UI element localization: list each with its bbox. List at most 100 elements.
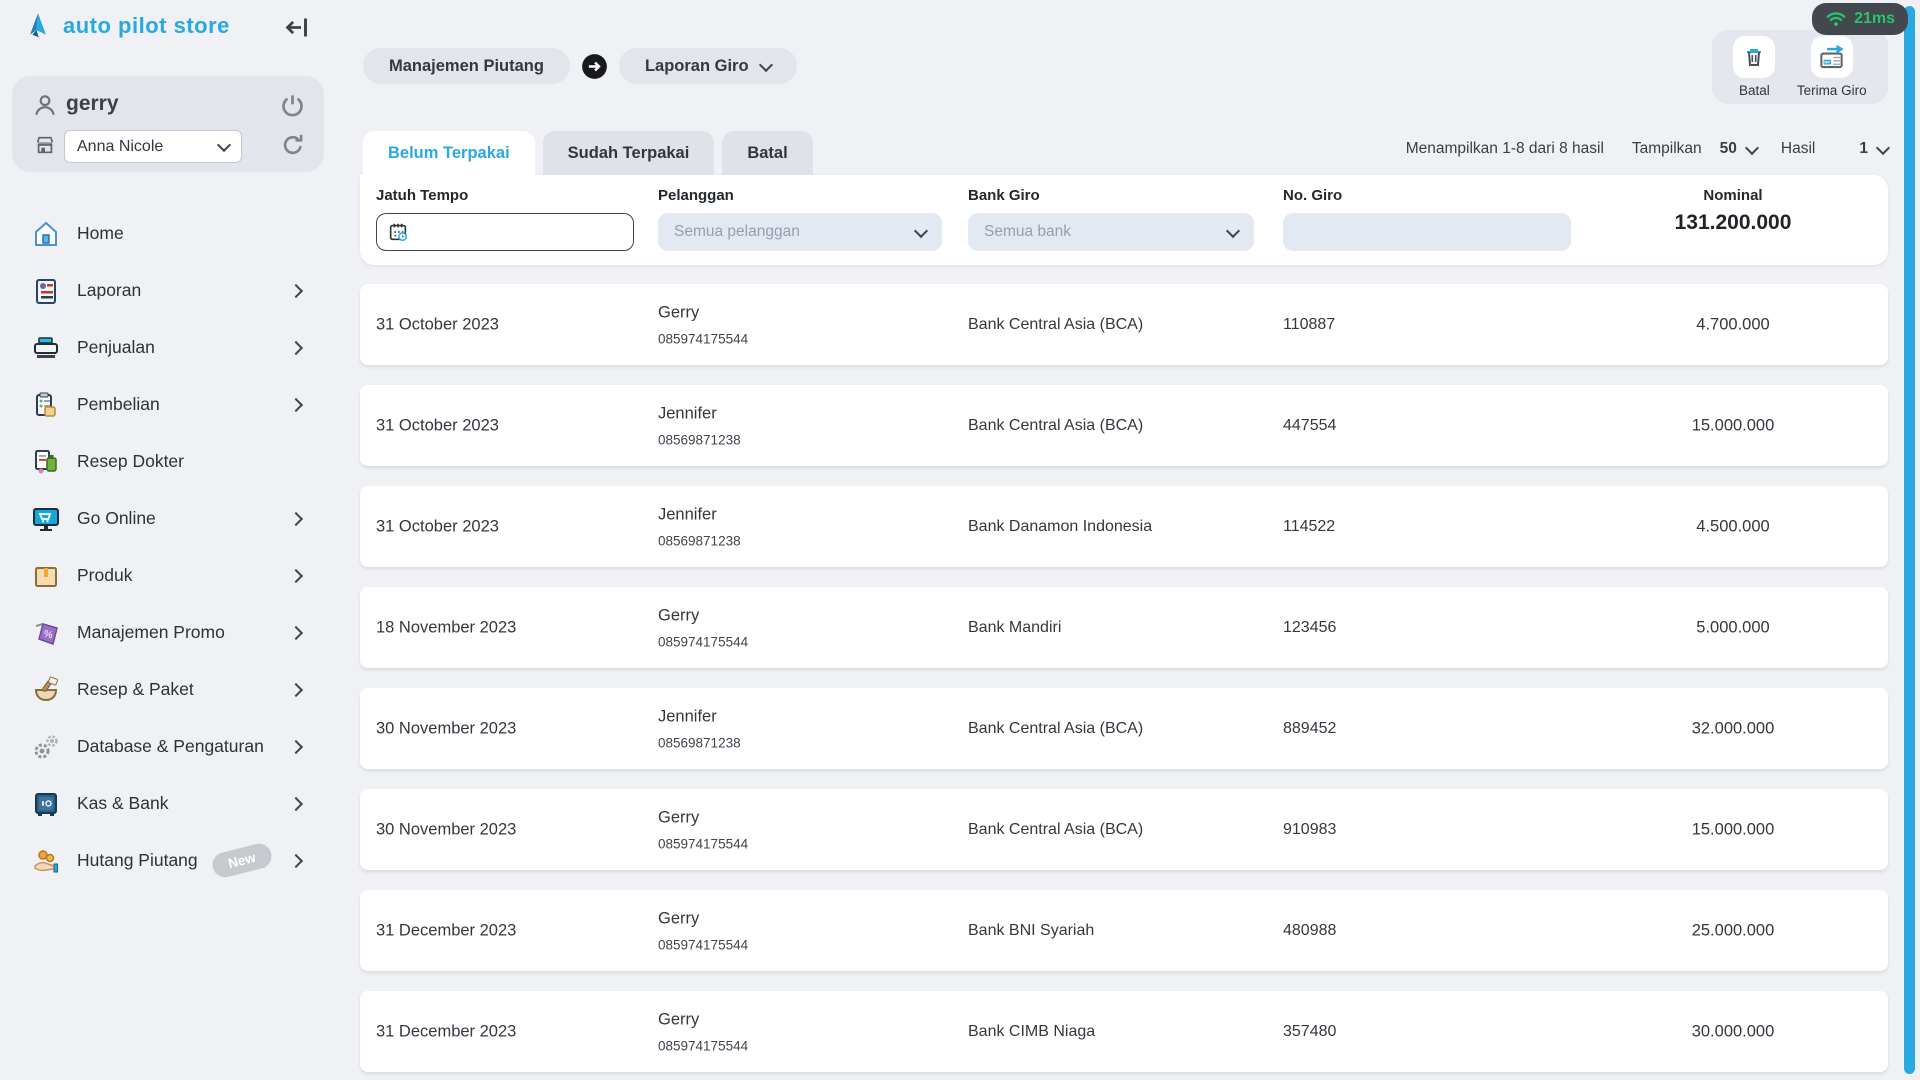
sidebar-item-label: Produk xyxy=(77,565,133,585)
chevron-down-icon xyxy=(1225,223,1241,238)
chevron-right-icon xyxy=(288,511,304,527)
sidebar-item-label: Database & Pengaturan xyxy=(77,736,264,756)
latency-badge: 21ms xyxy=(1812,3,1908,35)
action-panel: Batal RP Terima Giro xyxy=(1712,30,1888,104)
breadcrumb-current-select[interactable]: Laporan Giro xyxy=(618,48,797,84)
sidebar-item-label: Resep & Paket xyxy=(77,679,194,699)
table-row[interactable]: 30 November 2023 Gerry 085974175544 Bank… xyxy=(360,789,1888,870)
page-select[interactable]: 1 xyxy=(1859,140,1891,158)
table-row[interactable]: 31 October 2023 Gerry 085974175544 Bank … xyxy=(360,284,1888,365)
sidebar-item[interactable]: Hutang Piutang New xyxy=(0,832,345,889)
bank-select[interactable]: Semua bank xyxy=(968,213,1254,251)
sidebar-item-icon xyxy=(30,389,62,421)
row-bank: Bank CIMB Niaga xyxy=(968,1022,1096,1040)
giro-no-label: No. Giro xyxy=(1283,187,1343,204)
sidebar-collapse-icon[interactable] xyxy=(283,14,310,41)
nominal-label: Nominal xyxy=(1703,187,1763,204)
row-nominal: 25.000.000 xyxy=(1691,921,1775,939)
sidebar-item[interactable]: Laporan xyxy=(0,262,345,319)
sidebar-item-label: Go Online xyxy=(77,508,156,528)
customer-select-value: Semua pelanggan xyxy=(674,223,800,240)
chevron-right-icon xyxy=(288,568,304,584)
tab-sudah-terpakai[interactable]: Sudah Terpakai xyxy=(542,131,715,175)
page-size-select[interactable]: 50 xyxy=(1719,140,1759,158)
sidebar-item-icon xyxy=(30,503,62,535)
table-row[interactable]: 31 December 2023 Gerry 085974175544 Bank… xyxy=(360,890,1888,971)
sidebar-item[interactable]: Resep & Paket xyxy=(0,661,345,718)
sidebar-item-icon xyxy=(30,731,62,763)
tab-belum-terpakai[interactable]: Belum Terpakai xyxy=(363,131,535,175)
sidebar-item[interactable]: Go Online xyxy=(0,490,345,547)
due-date-label: Jatuh Tempo xyxy=(376,187,469,204)
refresh-icon[interactable] xyxy=(280,132,306,158)
tab-batal[interactable]: Batal xyxy=(722,131,813,175)
row-customer-name: Jennifer xyxy=(658,505,717,523)
row-customer-phone: 08569871238 xyxy=(658,735,741,750)
row-giro-no: 889452 xyxy=(1283,719,1337,737)
row-customer: Gerry 085974175544 xyxy=(658,909,748,952)
sidebar-item-label: Resep Dokter xyxy=(77,451,184,471)
sidebar-item-label: Kas & Bank xyxy=(77,793,169,813)
due-date-input[interactable] xyxy=(376,213,634,251)
sidebar-item[interactable]: Manajemen Promo xyxy=(0,604,345,661)
chevron-right-icon xyxy=(288,853,304,869)
sidebar-item-label: Pembelian xyxy=(77,394,160,414)
row-customer-name: Gerry xyxy=(658,1010,700,1028)
sidebar-item[interactable]: Kas & Bank xyxy=(0,775,345,832)
table-row[interactable]: 30 November 2023 Jennifer 08569871238 Ba… xyxy=(360,688,1888,769)
row-customer-phone: 085974175544 xyxy=(658,937,749,952)
chevron-down-icon xyxy=(216,137,232,153)
row-customer-phone: 085974175544 xyxy=(658,1038,749,1053)
sidebar-item[interactable]: Resep Dokter xyxy=(0,433,345,490)
person-icon xyxy=(32,92,58,118)
chevron-right-icon xyxy=(288,340,304,356)
breadcrumb-parent-label: Manajemen Piutang xyxy=(389,56,544,75)
sidebar-item[interactable]: Pembelian xyxy=(0,376,345,433)
sidebar-item-icon xyxy=(30,446,62,478)
row-customer-phone: 08569871238 xyxy=(658,533,741,548)
sidebar-item-icon xyxy=(30,560,62,592)
table-row[interactable]: 31 October 2023 Jennifer 08569871238 Ban… xyxy=(360,486,1888,567)
sidebar-item[interactable]: Penjualan xyxy=(0,319,345,376)
row-customer-name: Gerry xyxy=(658,606,700,624)
logout-power-icon[interactable] xyxy=(279,92,306,119)
sidebar-item[interactable]: Home xyxy=(0,205,345,262)
row-bank: Bank BNI Syariah xyxy=(968,921,1095,939)
giro-card-icon: RP xyxy=(1810,36,1853,78)
chevron-right-icon xyxy=(288,682,304,698)
giro-table: 31 October 2023 Gerry 085974175544 Bank … xyxy=(360,284,1888,1080)
receive-giro-button[interactable]: RP Terima Giro xyxy=(1797,36,1867,98)
row-customer: Gerry 085974175544 xyxy=(658,1010,748,1053)
cancel-giro-button[interactable]: Batal xyxy=(1733,36,1776,98)
vertical-scrollbar[interactable] xyxy=(1904,6,1915,1074)
store-select[interactable]: Anna Nicole xyxy=(64,130,242,163)
tab-label: Batal xyxy=(747,143,788,162)
filter-card: Jatuh Tempo Pelanggan Bank Giro No. Giro… xyxy=(360,175,1888,265)
sidebar-item-label: Manajemen Promo xyxy=(77,622,225,642)
due-date-field[interactable] xyxy=(417,222,621,242)
receive-giro-label: Terima Giro xyxy=(1796,83,1867,98)
sidebar-item[interactable]: Database & Pengaturan xyxy=(0,718,345,775)
page-value: 1 xyxy=(1859,140,1868,157)
sidebar-item-label: Penjualan xyxy=(77,337,155,357)
sidebar-item-icon xyxy=(30,332,62,364)
row-nominal: 32.000.000 xyxy=(1691,719,1775,737)
row-giro-no: 480988 xyxy=(1283,921,1337,939)
chevron-right-icon xyxy=(288,625,304,641)
page-size-value: 50 xyxy=(1719,140,1737,157)
row-customer: Gerry 085974175544 xyxy=(658,606,748,649)
row-due-date: 30 November 2023 xyxy=(376,719,517,737)
giro-no-input[interactable] xyxy=(1283,213,1571,251)
table-row[interactable]: 31 October 2023 Jennifer 08569871238 Ban… xyxy=(360,385,1888,466)
breadcrumb-parent[interactable]: Manajemen Piutang xyxy=(363,48,570,84)
sidebar-item[interactable]: Produk xyxy=(0,547,345,604)
chevron-down-icon xyxy=(1875,140,1891,155)
row-due-date: 31 October 2023 xyxy=(376,416,499,434)
table-row[interactable]: 18 November 2023 Gerry 085974175544 Bank… xyxy=(360,587,1888,668)
sidebar: auto pilot store gerry Anna Nicole Home … xyxy=(0,0,345,1080)
customer-select[interactable]: Semua pelanggan xyxy=(658,213,942,251)
table-row[interactable]: 31 December 2023 Gerry 085974175544 Bank… xyxy=(360,991,1888,1072)
logo-text: auto pilot store xyxy=(63,13,230,38)
row-bank: Bank Central Asia (BCA) xyxy=(968,416,1144,434)
sidebar-item-icon xyxy=(30,218,62,250)
